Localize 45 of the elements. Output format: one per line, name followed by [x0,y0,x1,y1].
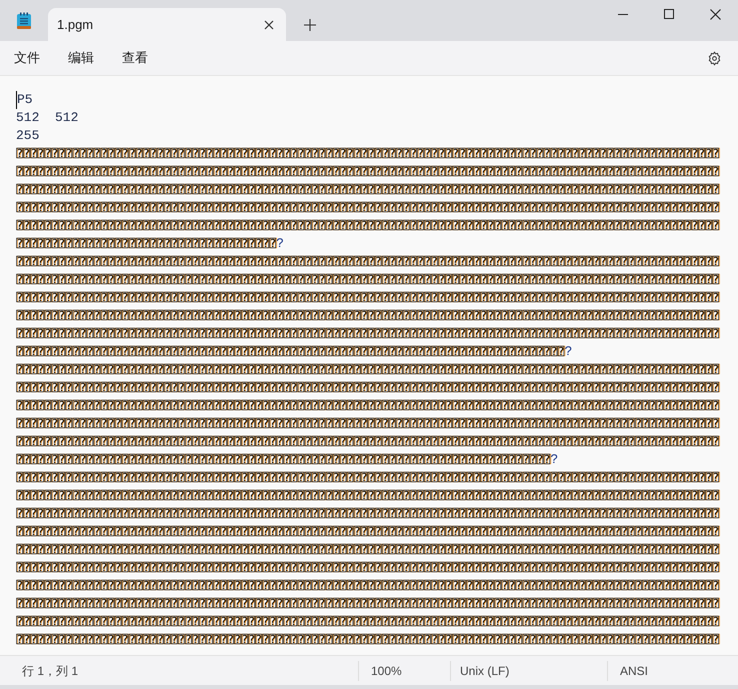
text-line: ⍰⍰⍰⍰⍰⍰⍰⍰⍰⍰⍰⍰⍰⍰⍰⍰⍰⍰⍰⍰⍰⍰⍰⍰⍰⍰⍰⍰⍰⍰⍰⍰⍰⍰⍰⍰⍰⍰⍰⍰⍰⍰⍰⍰⍰⍰⍰⍰⍰⍰⍰⍰⍰⍰⍰⍰⍰⍰⍰⍰⍰⍰⍰⍰⍰⍰⍰⍰⍰⍰⍰⍰⍰⍰⍰⍰⍰⍰⍰⍰⍰⍰⍰⍰⍰⍰⍰⍰⍰⍰⍰⍰⍰⍰⍰⍰⍰⍰⍰⍰ [16,326,720,342]
text-line: ⍰⍰⍰⍰⍰⍰⍰⍰⍰⍰⍰⍰⍰⍰⍰⍰⍰⍰⍰⍰⍰⍰⍰⍰⍰⍰⍰⍰⍰⍰⍰⍰⍰⍰⍰⍰⍰⍰⍰⍰⍰⍰⍰⍰⍰⍰⍰⍰⍰⍰⍰⍰⍰⍰⍰⍰⍰⍰⍰⍰⍰⍰⍰⍰⍰⍰⍰⍰⍰⍰⍰⍰⍰⍰⍰⍰⍰⍰⍰⍰⍰⍰⍰⍰⍰⍰⍰⍰⍰⍰⍰⍰⍰⍰⍰⍰⍰⍰⍰⍰ [16,308,720,324]
text-line: ⍰⍰⍰⍰⍰⍰⍰⍰⍰⍰⍰⍰⍰⍰⍰⍰⍰⍰⍰⍰⍰⍰⍰⍰⍰⍰⍰⍰⍰⍰⍰⍰⍰⍰⍰⍰⍰⍰⍰⍰⍰⍰⍰⍰⍰⍰⍰⍰⍰⍰⍰⍰⍰⍰⍰⍰⍰⍰⍰⍰⍰⍰⍰⍰⍰⍰⍰⍰⍰⍰⍰⍰⍰⍰⍰⍰⍰⍰⍰⍰⍰⍰⍰⍰⍰⍰⍰⍰⍰⍰⍰⍰⍰⍰⍰⍰⍰⍰⍰⍰ [16,560,720,576]
text-line: ⍰⍰⍰⍰⍰⍰⍰⍰⍰⍰⍰⍰⍰⍰⍰⍰⍰⍰⍰⍰⍰⍰⍰⍰⍰⍰⍰⍰⍰⍰⍰⍰⍰⍰⍰⍰⍰⍰⍰⍰⍰⍰⍰⍰⍰⍰⍰⍰⍰⍰⍰⍰⍰⍰⍰⍰⍰⍰⍰⍰⍰⍰⍰⍰⍰⍰⍰⍰⍰⍰⍰⍰⍰⍰⍰⍰⍰⍰⍰⍰⍰⍰⍰⍰⍰⍰⍰⍰⍰⍰⍰⍰⍰⍰⍰⍰⍰⍰⍰⍰ [16,488,720,504]
text-line: P5 [16,91,33,109]
text-line: ⍰⍰⍰⍰⍰⍰⍰⍰⍰⍰⍰⍰⍰⍰⍰⍰⍰⍰⍰⍰⍰⍰⍰⍰⍰⍰⍰⍰⍰⍰⍰⍰⍰⍰⍰⍰⍰⍰⍰⍰⍰⍰⍰⍰⍰⍰⍰⍰⍰⍰⍰⍰⍰⍰⍰⍰⍰⍰⍰⍰⍰⍰⍰⍰⍰⍰⍰⍰⍰⍰⍰⍰⍰⍰⍰⍰⍰⍰⍰⍰⍰⍰⍰⍰⍰⍰⍰⍰⍰⍰⍰⍰⍰⍰⍰⍰⍰⍰⍰⍰ [16,254,720,270]
text-line: 255 [16,127,40,145]
status-text: 100% [371,662,402,680]
close-icon[interactable] [710,8,720,20]
text-line: ⍰⍰⍰⍰⍰⍰⍰⍰⍰⍰⍰⍰⍰⍰⍰⍰⍰⍰⍰⍰⍰⍰⍰⍰⍰⍰⍰⍰⍰⍰⍰⍰⍰⍰⍰⍰⍰⍰⍰⍰⍰⍰⍰⍰⍰⍰⍰⍰⍰⍰⍰⍰⍰⍰⍰⍰⍰⍰⍰⍰⍰⍰⍰⍰⍰⍰⍰⍰⍰⍰⍰⍰⍰⍰⍰⍰⍰⍰⍰⍰⍰⍰⍰⍰⍰⍰⍰⍰⍰⍰⍰⍰⍰⍰⍰⍰⍰⍰⍰⍰ [16,380,720,396]
text-line: ⍰⍰⍰⍰⍰⍰⍰⍰⍰⍰⍰⍰⍰⍰⍰⍰⍰⍰⍰⍰⍰⍰⍰⍰⍰⍰⍰⍰⍰⍰⍰⍰⍰⍰⍰⍰⍰⍰⍰⍰⍰⍰⍰⍰⍰⍰⍰⍰⍰⍰⍰⍰⍰⍰⍰⍰⍰⍰⍰⍰⍰⍰⍰⍰⍰⍰⍰⍰⍰⍰⍰⍰⍰⍰⍰⍰⍰⍰⍰⍰⍰⍰⍰⍰⍰⍰⍰⍰⍰⍰⍰⍰⍰⍰⍰⍰⍰⍰⍰⍰ [16,470,720,486]
text-line: ⍰⍰⍰⍰⍰⍰⍰⍰⍰⍰⍰⍰⍰⍰⍰⍰⍰⍰⍰⍰⍰⍰⍰⍰⍰⍰⍰⍰⍰⍰⍰⍰⍰⍰⍰⍰⍰⍰⍰⍰⍰⍰⍰⍰⍰⍰⍰⍰⍰⍰⍰⍰⍰⍰⍰⍰⍰⍰⍰⍰⍰⍰⍰⍰⍰⍰⍰⍰⍰⍰⍰⍰⍰⍰⍰⍰⍰⍰⍰⍰⍰⍰⍰⍰⍰⍰⍰⍰⍰⍰⍰⍰⍰⍰⍰⍰⍰⍰⍰⍰ [16,434,720,450]
menu-item[interactable]: 编辑 [58,43,104,73]
maximize-icon[interactable] [664,9,674,19]
text-line: ⍰⍰⍰⍰⍰⍰⍰⍰⍰⍰⍰⍰⍰⍰⍰⍰⍰⍰⍰⍰⍰⍰⍰⍰⍰⍰⍰⍰⍰⍰⍰⍰⍰⍰⍰⍰⍰⍰⍰⍰⍰⍰⍰⍰⍰⍰⍰⍰⍰⍰⍰⍰⍰⍰⍰⍰⍰⍰⍰⍰⍰⍰⍰⍰⍰⍰⍰⍰⍰⍰⍰⍰⍰⍰⍰⍰⍰⍰⍰⍰⍰⍰⍰⍰⍰⍰⍰⍰⍰⍰⍰⍰⍰⍰⍰⍰⍰⍰⍰⍰ [16,200,720,216]
text-line: ⍰⍰⍰⍰⍰⍰⍰⍰⍰⍰⍰⍰⍰⍰⍰⍰⍰⍰⍰⍰⍰⍰⍰⍰⍰⍰⍰⍰⍰⍰⍰⍰⍰⍰⍰⍰⍰⍰⍰⍰⍰⍰⍰⍰⍰⍰⍰⍰⍰⍰⍰⍰⍰⍰⍰⍰⍰⍰⍰⍰⍰⍰⍰⍰⍰⍰⍰⍰⍰⍰⍰⍰⍰⍰⍰⍰⍰⍰⍰⍰⍰⍰⍰⍰⍰⍰⍰⍰⍰⍰⍰⍰⍰⍰⍰⍰⍰⍰⍰⍰ [16,272,720,288]
new-tab-icon[interactable] [304,18,316,30]
text-line: ⍰⍰⍰⍰⍰⍰⍰⍰⍰⍰⍰⍰⍰⍰⍰⍰⍰⍰⍰⍰⍰⍰⍰⍰⍰⍰⍰⍰⍰⍰⍰⍰⍰⍰⍰⍰⍰? [16,235,284,253]
text-line: ⍰⍰⍰⍰⍰⍰⍰⍰⍰⍰⍰⍰⍰⍰⍰⍰⍰⍰⍰⍰⍰⍰⍰⍰⍰⍰⍰⍰⍰⍰⍰⍰⍰⍰⍰⍰⍰⍰⍰⍰⍰⍰⍰⍰⍰⍰⍰⍰⍰⍰⍰⍰⍰⍰⍰⍰⍰⍰⍰⍰⍰⍰⍰⍰⍰⍰⍰⍰⍰⍰⍰⍰⍰⍰⍰⍰⍰⍰⍰⍰⍰⍰⍰⍰⍰⍰⍰⍰⍰⍰⍰⍰⍰⍰⍰⍰⍰⍰⍰⍰ [16,218,720,234]
text-line: ⍰⍰⍰⍰⍰⍰⍰⍰⍰⍰⍰⍰⍰⍰⍰⍰⍰⍰⍰⍰⍰⍰⍰⍰⍰⍰⍰⍰⍰⍰⍰⍰⍰⍰⍰⍰⍰⍰⍰⍰⍰⍰⍰⍰⍰⍰⍰⍰⍰⍰⍰⍰⍰⍰⍰⍰⍰⍰⍰⍰⍰⍰⍰⍰⍰⍰⍰⍰⍰⍰⍰⍰⍰⍰⍰⍰⍰⍰⍰⍰⍰⍰⍰⍰⍰⍰⍰⍰⍰⍰⍰⍰⍰⍰⍰⍰⍰⍰⍰⍰ [16,632,720,648]
text-line: ⍰⍰⍰⍰⍰⍰⍰⍰⍰⍰⍰⍰⍰⍰⍰⍰⍰⍰⍰⍰⍰⍰⍰⍰⍰⍰⍰⍰⍰⍰⍰⍰⍰⍰⍰⍰⍰⍰⍰⍰⍰⍰⍰⍰⍰⍰⍰⍰⍰⍰⍰⍰⍰⍰⍰⍰⍰⍰⍰⍰⍰⍰⍰⍰⍰⍰⍰⍰⍰⍰⍰⍰⍰⍰⍰⍰⍰⍰⍰⍰⍰⍰⍰⍰⍰⍰⍰⍰⍰⍰⍰⍰⍰⍰⍰⍰⍰⍰⍰⍰ [16,578,720,594]
text-line: 512 512 [16,109,78,127]
text-line: ⍰⍰⍰⍰⍰⍰⍰⍰⍰⍰⍰⍰⍰⍰⍰⍰⍰⍰⍰⍰⍰⍰⍰⍰⍰⍰⍰⍰⍰⍰⍰⍰⍰⍰⍰⍰⍰⍰⍰⍰⍰⍰⍰⍰⍰⍰⍰⍰⍰⍰⍰⍰⍰⍰⍰⍰⍰⍰⍰⍰⍰⍰⍰⍰⍰⍰⍰⍰⍰⍰⍰⍰⍰⍰⍰⍰⍰⍰⍰⍰⍰⍰⍰⍰⍰⍰⍰⍰⍰⍰⍰⍰⍰⍰⍰⍰⍰⍰⍰⍰ [16,506,720,522]
text-line: ⍰⍰⍰⍰⍰⍰⍰⍰⍰⍰⍰⍰⍰⍰⍰⍰⍰⍰⍰⍰⍰⍰⍰⍰⍰⍰⍰⍰⍰⍰⍰⍰⍰⍰⍰⍰⍰⍰⍰⍰⍰⍰⍰⍰⍰⍰⍰⍰⍰⍰⍰⍰⍰⍰⍰⍰⍰⍰⍰⍰⍰⍰⍰⍰⍰⍰⍰⍰⍰⍰⍰⍰⍰⍰⍰⍰⍰⍰⍰⍰⍰⍰⍰⍰⍰⍰⍰⍰⍰⍰⍰⍰⍰⍰⍰⍰⍰⍰⍰⍰ [16,596,720,612]
file-tab[interactable]: 1.pgm [48,8,286,41]
text-line: ⍰⍰⍰⍰⍰⍰⍰⍰⍰⍰⍰⍰⍰⍰⍰⍰⍰⍰⍰⍰⍰⍰⍰⍰⍰⍰⍰⍰⍰⍰⍰⍰⍰⍰⍰⍰⍰⍰⍰⍰⍰⍰⍰⍰⍰⍰⍰⍰⍰⍰⍰⍰⍰⍰⍰⍰⍰⍰⍰⍰⍰⍰⍰⍰⍰⍰⍰⍰⍰⍰⍰⍰⍰⍰⍰⍰⍰⍰⍰⍰⍰⍰⍰⍰⍰⍰⍰⍰⍰⍰⍰⍰⍰⍰⍰⍰⍰⍰⍰⍰ [16,614,720,630]
status-text: 行 1，列 1 [22,662,78,680]
text-line: ⍰⍰⍰⍰⍰⍰⍰⍰⍰⍰⍰⍰⍰⍰⍰⍰⍰⍰⍰⍰⍰⍰⍰⍰⍰⍰⍰⍰⍰⍰⍰⍰⍰⍰⍰⍰⍰⍰⍰⍰⍰⍰⍰⍰⍰⍰⍰⍰⍰⍰⍰⍰⍰⍰⍰⍰⍰⍰⍰⍰⍰⍰⍰⍰⍰⍰⍰⍰⍰⍰⍰⍰⍰⍰⍰⍰? [16,451,558,469]
text-line: ⍰⍰⍰⍰⍰⍰⍰⍰⍰⍰⍰⍰⍰⍰⍰⍰⍰⍰⍰⍰⍰⍰⍰⍰⍰⍰⍰⍰⍰⍰⍰⍰⍰⍰⍰⍰⍰⍰⍰⍰⍰⍰⍰⍰⍰⍰⍰⍰⍰⍰⍰⍰⍰⍰⍰⍰⍰⍰⍰⍰⍰⍰⍰⍰⍰⍰⍰⍰⍰⍰⍰⍰⍰⍰⍰⍰⍰⍰⍰⍰⍰⍰⍰⍰⍰⍰⍰⍰⍰⍰⍰⍰⍰⍰⍰⍰⍰⍰⍰⍰ [16,146,720,162]
menu-item[interactable]: 文件 [4,43,50,73]
status-text: Unix (LF) [460,662,510,680]
text-line: ⍰⍰⍰⍰⍰⍰⍰⍰⍰⍰⍰⍰⍰⍰⍰⍰⍰⍰⍰⍰⍰⍰⍰⍰⍰⍰⍰⍰⍰⍰⍰⍰⍰⍰⍰⍰⍰⍰⍰⍰⍰⍰⍰⍰⍰⍰⍰⍰⍰⍰⍰⍰⍰⍰⍰⍰⍰⍰⍰⍰⍰⍰⍰⍰⍰⍰⍰⍰⍰⍰⍰⍰⍰⍰⍰⍰⍰⍰⍰⍰⍰⍰⍰⍰⍰⍰⍰⍰⍰⍰⍰⍰⍰⍰⍰⍰⍰⍰⍰⍰ [16,290,720,306]
settings-icon[interactable] [707,50,722,66]
text-line: ⍰⍰⍰⍰⍰⍰⍰⍰⍰⍰⍰⍰⍰⍰⍰⍰⍰⍰⍰⍰⍰⍰⍰⍰⍰⍰⍰⍰⍰⍰⍰⍰⍰⍰⍰⍰⍰⍰⍰⍰⍰⍰⍰⍰⍰⍰⍰⍰⍰⍰⍰⍰⍰⍰⍰⍰⍰⍰⍰⍰⍰⍰⍰⍰⍰⍰⍰⍰⍰⍰⍰⍰⍰⍰⍰⍰⍰⍰? [16,343,572,361]
text-line: ⍰⍰⍰⍰⍰⍰⍰⍰⍰⍰⍰⍰⍰⍰⍰⍰⍰⍰⍰⍰⍰⍰⍰⍰⍰⍰⍰⍰⍰⍰⍰⍰⍰⍰⍰⍰⍰⍰⍰⍰⍰⍰⍰⍰⍰⍰⍰⍰⍰⍰⍰⍰⍰⍰⍰⍰⍰⍰⍰⍰⍰⍰⍰⍰⍰⍰⍰⍰⍰⍰⍰⍰⍰⍰⍰⍰⍰⍰⍰⍰⍰⍰⍰⍰⍰⍰⍰⍰⍰⍰⍰⍰⍰⍰⍰⍰⍰⍰⍰⍰ [16,362,720,378]
text-line: ⍰⍰⍰⍰⍰⍰⍰⍰⍰⍰⍰⍰⍰⍰⍰⍰⍰⍰⍰⍰⍰⍰⍰⍰⍰⍰⍰⍰⍰⍰⍰⍰⍰⍰⍰⍰⍰⍰⍰⍰⍰⍰⍰⍰⍰⍰⍰⍰⍰⍰⍰⍰⍰⍰⍰⍰⍰⍰⍰⍰⍰⍰⍰⍰⍰⍰⍰⍰⍰⍰⍰⍰⍰⍰⍰⍰⍰⍰⍰⍰⍰⍰⍰⍰⍰⍰⍰⍰⍰⍰⍰⍰⍰⍰⍰⍰⍰⍰⍰⍰ [16,416,720,432]
text-line: ⍰⍰⍰⍰⍰⍰⍰⍰⍰⍰⍰⍰⍰⍰⍰⍰⍰⍰⍰⍰⍰⍰⍰⍰⍰⍰⍰⍰⍰⍰⍰⍰⍰⍰⍰⍰⍰⍰⍰⍰⍰⍰⍰⍰⍰⍰⍰⍰⍰⍰⍰⍰⍰⍰⍰⍰⍰⍰⍰⍰⍰⍰⍰⍰⍰⍰⍰⍰⍰⍰⍰⍰⍰⍰⍰⍰⍰⍰⍰⍰⍰⍰⍰⍰⍰⍰⍰⍰⍰⍰⍰⍰⍰⍰⍰⍰⍰⍰⍰⍰ [16,164,720,180]
close-icon[interactable] [264,20,274,30]
status-text: ANSI [620,662,648,680]
text-line: ⍰⍰⍰⍰⍰⍰⍰⍰⍰⍰⍰⍰⍰⍰⍰⍰⍰⍰⍰⍰⍰⍰⍰⍰⍰⍰⍰⍰⍰⍰⍰⍰⍰⍰⍰⍰⍰⍰⍰⍰⍰⍰⍰⍰⍰⍰⍰⍰⍰⍰⍰⍰⍰⍰⍰⍰⍰⍰⍰⍰⍰⍰⍰⍰⍰⍰⍰⍰⍰⍰⍰⍰⍰⍰⍰⍰⍰⍰⍰⍰⍰⍰⍰⍰⍰⍰⍰⍰⍰⍰⍰⍰⍰⍰⍰⍰⍰⍰⍰⍰ [16,542,720,558]
text-line: ⍰⍰⍰⍰⍰⍰⍰⍰⍰⍰⍰⍰⍰⍰⍰⍰⍰⍰⍰⍰⍰⍰⍰⍰⍰⍰⍰⍰⍰⍰⍰⍰⍰⍰⍰⍰⍰⍰⍰⍰⍰⍰⍰⍰⍰⍰⍰⍰⍰⍰⍰⍰⍰⍰⍰⍰⍰⍰⍰⍰⍰⍰⍰⍰⍰⍰⍰⍰⍰⍰⍰⍰⍰⍰⍰⍰⍰⍰⍰⍰⍰⍰⍰⍰⍰⍰⍰⍰⍰⍰⍰⍰⍰⍰⍰⍰⍰⍰⍰⍰ [16,398,720,414]
menu-item[interactable]: 查看 [112,43,158,73]
text-line: ⍰⍰⍰⍰⍰⍰⍰⍰⍰⍰⍰⍰⍰⍰⍰⍰⍰⍰⍰⍰⍰⍰⍰⍰⍰⍰⍰⍰⍰⍰⍰⍰⍰⍰⍰⍰⍰⍰⍰⍰⍰⍰⍰⍰⍰⍰⍰⍰⍰⍰⍰⍰⍰⍰⍰⍰⍰⍰⍰⍰⍰⍰⍰⍰⍰⍰⍰⍰⍰⍰⍰⍰⍰⍰⍰⍰⍰⍰⍰⍰⍰⍰⍰⍰⍰⍰⍰⍰⍰⍰⍰⍰⍰⍰⍰⍰⍰⍰⍰⍰ [16,524,720,540]
notepad-icon [16,12,32,30]
text-line: ⍰⍰⍰⍰⍰⍰⍰⍰⍰⍰⍰⍰⍰⍰⍰⍰⍰⍰⍰⍰⍰⍰⍰⍰⍰⍰⍰⍰⍰⍰⍰⍰⍰⍰⍰⍰⍰⍰⍰⍰⍰⍰⍰⍰⍰⍰⍰⍰⍰⍰⍰⍰⍰⍰⍰⍰⍰⍰⍰⍰⍰⍰⍰⍰⍰⍰⍰⍰⍰⍰⍰⍰⍰⍰⍰⍰⍰⍰⍰⍰⍰⍰⍰⍰⍰⍰⍰⍰⍰⍰⍰⍰⍰⍰⍰⍰⍰⍰⍰⍰ [16,182,720,198]
